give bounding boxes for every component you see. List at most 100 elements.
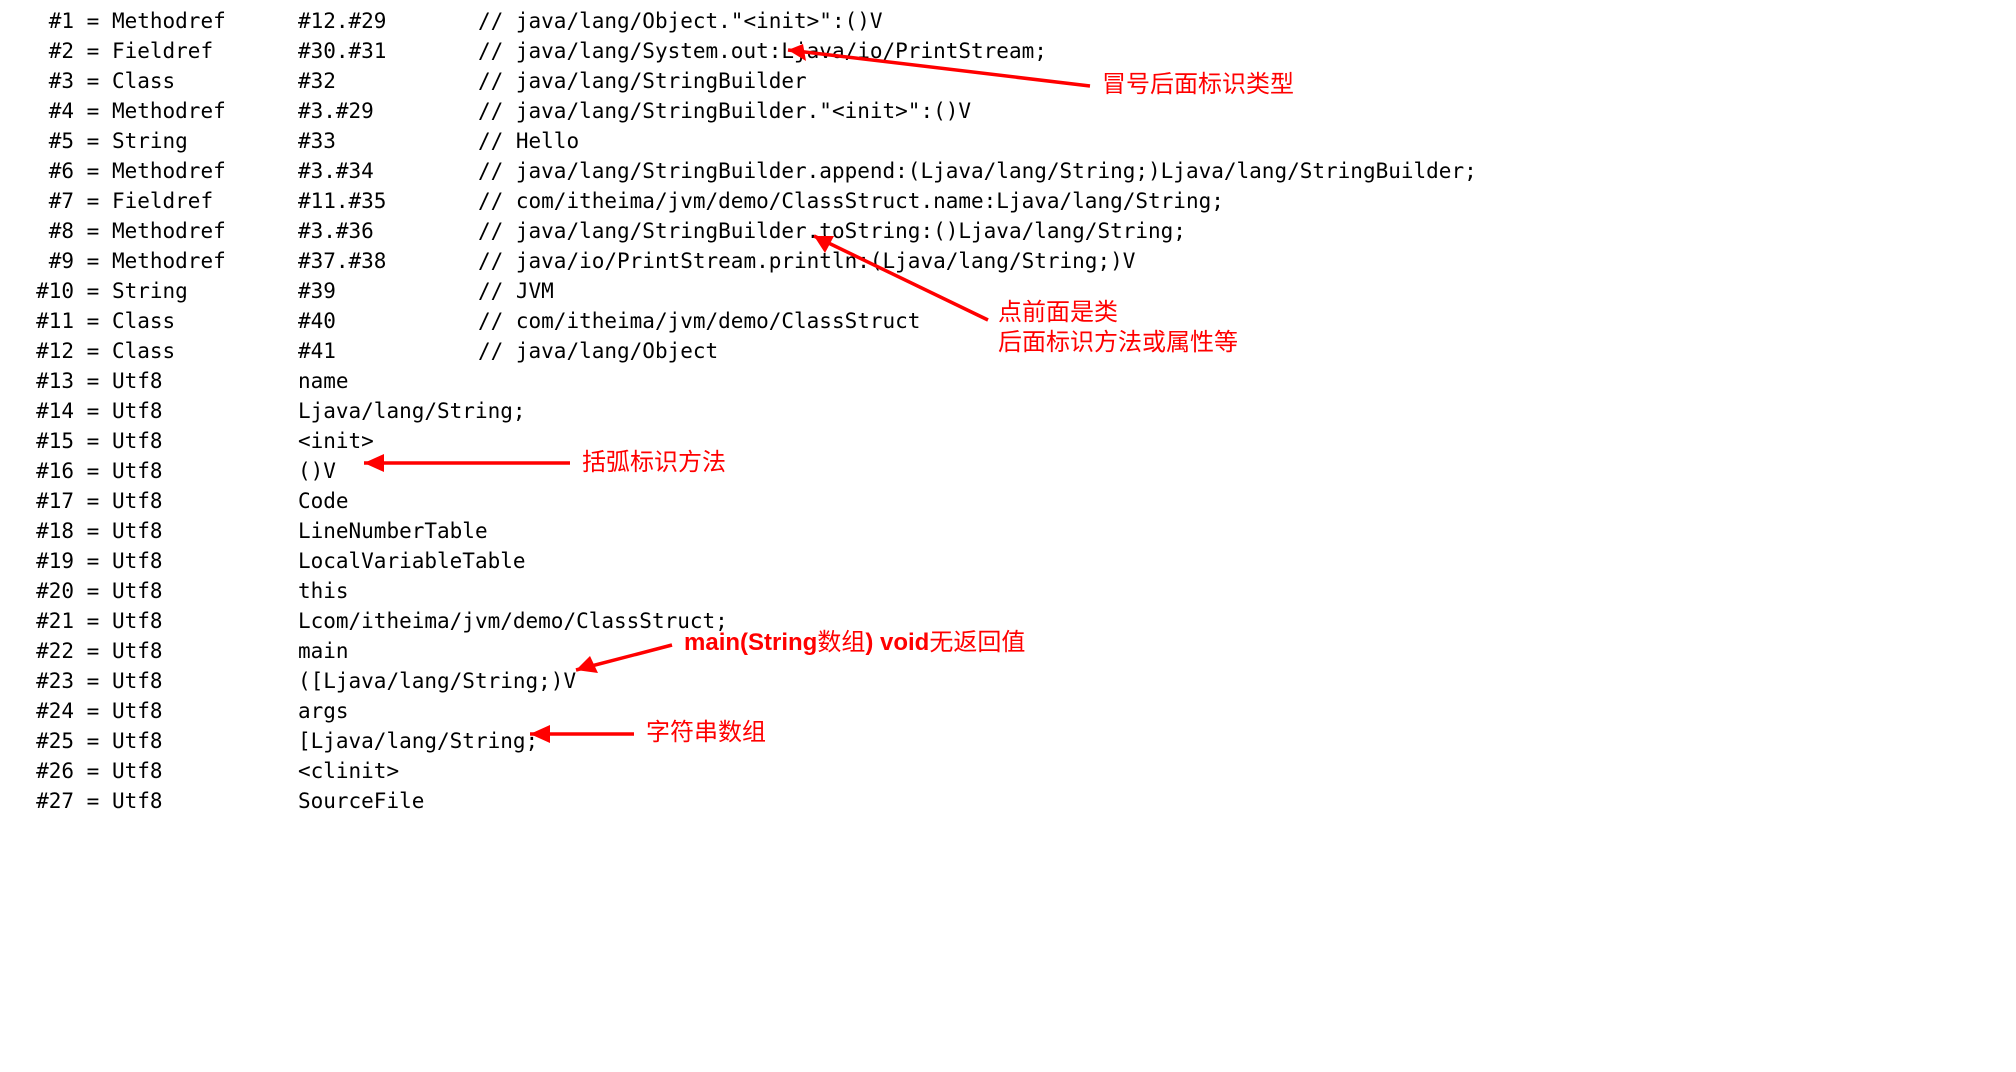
equals-sign: =	[74, 546, 112, 576]
row-index: #10	[20, 276, 74, 306]
row-type: Utf8	[112, 666, 298, 696]
equals-sign: =	[74, 786, 112, 816]
row-value: #39	[298, 276, 478, 306]
row-value: SourceFile	[298, 786, 424, 816]
row-type: Utf8	[112, 696, 298, 726]
equals-sign: =	[74, 276, 112, 306]
equals-sign: =	[74, 726, 112, 756]
row-type: Utf8	[112, 366, 298, 396]
row-type: Class	[112, 66, 298, 96]
row-type: Utf8	[112, 756, 298, 786]
row-value: <clinit>	[298, 756, 399, 786]
row-type: Utf8	[112, 546, 298, 576]
constant-pool-row: #18 = Utf8LineNumberTable	[20, 516, 1996, 546]
row-value: #30.#31	[298, 36, 478, 66]
row-type: Utf8	[112, 456, 298, 486]
row-index: #23	[20, 666, 74, 696]
row-index: #4	[20, 96, 74, 126]
row-index: #2	[20, 36, 74, 66]
equals-sign: =	[74, 606, 112, 636]
constant-pool-row: #6 = Methodref#3.#34// java/lang/StringB…	[20, 156, 1996, 186]
constant-pool-row: #20 = Utf8this	[20, 576, 1996, 606]
row-index: #14	[20, 396, 74, 426]
row-index: #22	[20, 636, 74, 666]
equals-sign: =	[74, 36, 112, 66]
row-index: #3	[20, 66, 74, 96]
row-index: #9	[20, 246, 74, 276]
row-type: Utf8	[112, 516, 298, 546]
annotation-paren: 括弧标识方法	[582, 448, 726, 478]
row-type: Class	[112, 306, 298, 336]
constant-pool-row: #5 = String#33// Hello	[20, 126, 1996, 156]
row-value: #3.#29	[298, 96, 478, 126]
equals-sign: =	[74, 636, 112, 666]
row-index: #7	[20, 186, 74, 216]
constant-pool-row: #4 = Methodref#3.#29// java/lang/StringB…	[20, 96, 1996, 126]
constant-pool-row: #8 = Methodref#3.#36// java/lang/StringB…	[20, 216, 1996, 246]
row-value: #3.#36	[298, 216, 478, 246]
equals-sign: =	[74, 96, 112, 126]
row-index: #5	[20, 126, 74, 156]
equals-sign: =	[74, 366, 112, 396]
constant-pool-row: #23 = Utf8([Ljava/lang/String;)V	[20, 666, 1996, 696]
equals-sign: =	[74, 6, 112, 36]
row-value: Ljava/lang/String;	[298, 396, 526, 426]
row-value: Code	[298, 486, 349, 516]
row-comment: // java/lang/System.out:Ljava/io/PrintSt…	[478, 36, 1047, 66]
row-value: ([Ljava/lang/String;)V	[298, 666, 576, 696]
constant-pool-row: #24 = Utf8args	[20, 696, 1996, 726]
annotation-main: main(String数组) void无返回值	[684, 628, 1025, 658]
constant-pool-row: #7 = Fieldref#11.#35// com/itheima/jvm/d…	[20, 186, 1996, 216]
row-index: #21	[20, 606, 74, 636]
row-index: #17	[20, 486, 74, 516]
row-value: #41	[298, 336, 478, 366]
row-comment: // JVM	[478, 276, 554, 306]
constant-pool-listing: #1 = Methodref#12.#29// java/lang/Object…	[20, 6, 1996, 816]
equals-sign: =	[74, 696, 112, 726]
equals-sign: =	[74, 156, 112, 186]
row-index: #13	[20, 366, 74, 396]
row-value: Lcom/itheima/jvm/demo/ClassStruct;	[298, 606, 728, 636]
constant-pool-row: #9 = Methodref#37.#38// java/io/PrintStr…	[20, 246, 1996, 276]
row-index: #24	[20, 696, 74, 726]
equals-sign: =	[74, 426, 112, 456]
row-comment: // java/io/PrintStream.println:(Ljava/la…	[478, 246, 1135, 276]
equals-sign: =	[74, 306, 112, 336]
row-value: this	[298, 576, 349, 606]
constant-pool-row: #27 = Utf8SourceFile	[20, 786, 1996, 816]
constant-pool-row: #2 = Fieldref#30.#31// java/lang/System.…	[20, 36, 1996, 66]
row-type: Utf8	[112, 486, 298, 516]
constant-pool-row: #1 = Methodref#12.#29// java/lang/Object…	[20, 6, 1996, 36]
equals-sign: =	[74, 126, 112, 156]
row-index: #27	[20, 786, 74, 816]
row-index: #6	[20, 156, 74, 186]
row-comment: // java/lang/Object	[478, 336, 718, 366]
row-value: LineNumberTable	[298, 516, 488, 546]
row-type: Utf8	[112, 396, 298, 426]
row-type: Utf8	[112, 726, 298, 756]
constant-pool-row: #17 = Utf8Code	[20, 486, 1996, 516]
row-type: Class	[112, 336, 298, 366]
constant-pool-row: #26 = Utf8<clinit>	[20, 756, 1996, 786]
row-comment: // java/lang/StringBuilder.append:(Ljava…	[478, 156, 1477, 186]
row-index: #8	[20, 216, 74, 246]
row-type: Fieldref	[112, 36, 298, 66]
row-comment: // com/itheima/jvm/demo/ClassStruct	[478, 306, 921, 336]
equals-sign: =	[74, 216, 112, 246]
row-value: <init>	[298, 426, 374, 456]
equals-sign: =	[74, 456, 112, 486]
row-value: #33	[298, 126, 478, 156]
row-value: main	[298, 636, 349, 666]
row-index: #16	[20, 456, 74, 486]
row-value: #37.#38	[298, 246, 478, 276]
row-value: ()V	[298, 456, 336, 486]
row-type: Methodref	[112, 246, 298, 276]
row-value: name	[298, 366, 349, 396]
equals-sign: =	[74, 486, 112, 516]
row-index: #19	[20, 546, 74, 576]
row-comment: // java/lang/StringBuilder."<init>":()V	[478, 96, 971, 126]
constant-pool-row: #16 = Utf8()V	[20, 456, 1996, 486]
constant-pool-row: #3 = Class#32// java/lang/StringBuilder	[20, 66, 1996, 96]
row-comment: // Hello	[478, 126, 579, 156]
row-value: #40	[298, 306, 478, 336]
